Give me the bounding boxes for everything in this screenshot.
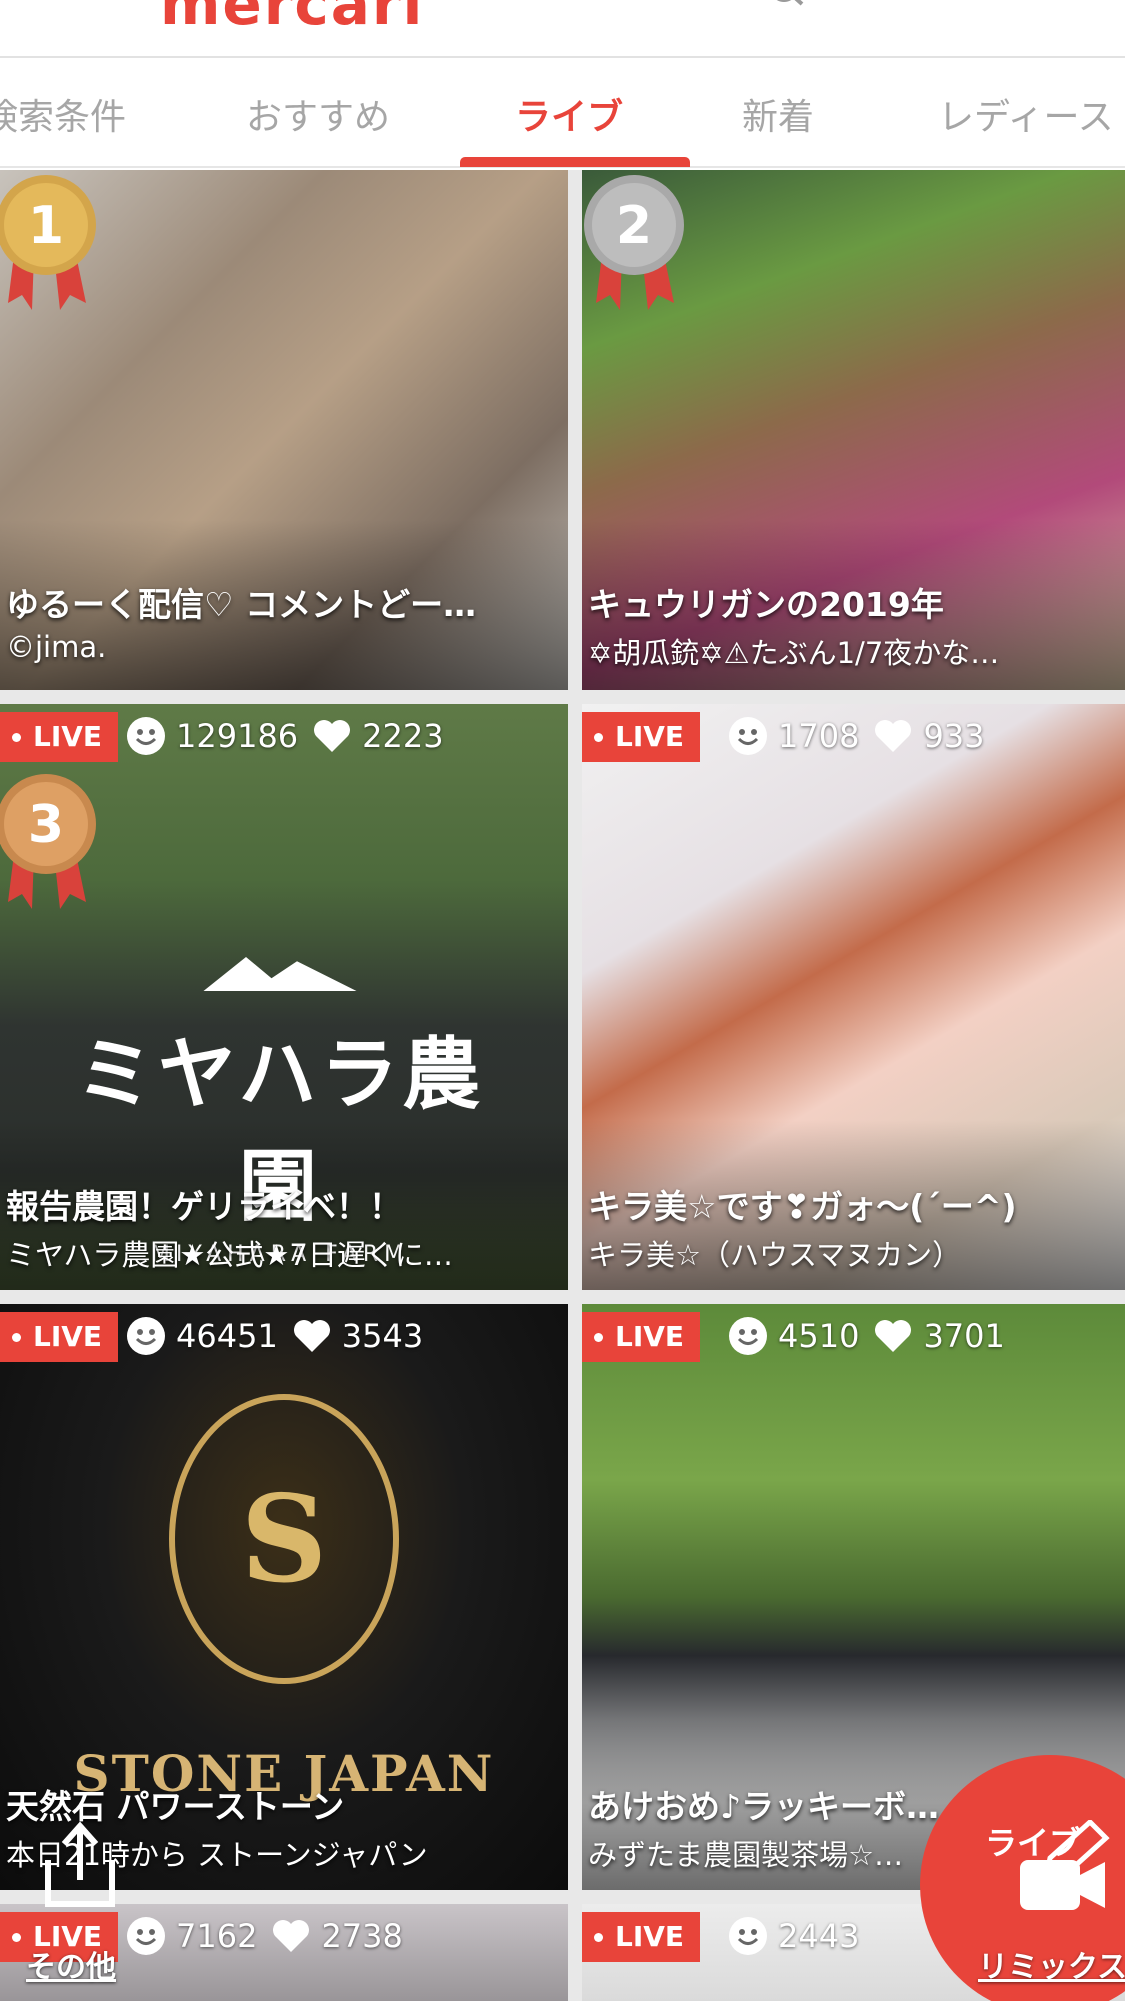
heart-icon [875,720,912,752]
live-card-4[interactable]: LIVE 1708 933 キラ美☆です❣ガォ〜(´ー^) キラ美☆（ハウスマヌ… [582,704,1125,1290]
other-link[interactable]: その他 [26,1942,116,1986]
card-title: キュウリガンの2019年 [588,585,944,624]
viewer-count: 129186 [176,717,299,755]
card-stats: 7162 2738 [126,1916,403,1956]
tab-search-conditions[interactable]: 検索条件 [0,88,126,140]
like-count: 933 [923,717,985,755]
camera-edit-icon [1020,1820,1110,1910]
app-header: mercari [0,0,1125,58]
heart-icon [273,1920,310,1952]
viewer-count: 2443 [778,1917,860,1955]
remix-link[interactable]: リミックス [978,1942,1125,1986]
rank-number: 1 [28,196,64,256]
live-card-5[interactable]: LIVE 46451 3543 S STONE JAPAN 天然石 パワーストー… [0,1304,568,1890]
search-icon[interactable] [770,0,810,12]
stone-logo-letter: S [240,1468,328,1610]
live-grid: 1 ゆるーく配信♡ コメントどー… ©jima. 2 キュウリガンの2019年 … [0,170,1125,2001]
viewer-count: 7162 [176,1917,258,1955]
rank-number: 2 [616,196,652,256]
tab-new[interactable]: 新着 [742,88,814,140]
viewer-count: 1708 [778,717,860,755]
card-stats: 46451 3543 [126,1316,423,1356]
app-logo[interactable]: mercari [160,0,424,38]
live-card-2[interactable]: 2 キュウリガンの2019年 ✡胡瓜銃✡⚠たぶん1/7夜かな… [582,170,1125,690]
tab-ladies[interactable]: レディース [938,88,1114,140]
heart-icon [875,1320,912,1352]
tab-recommended[interactable]: おすすめ [246,88,390,140]
tab-live[interactable]: ライブ [515,88,623,140]
card-stats: 2443 [728,1916,859,1956]
card-title: あけおめ♪ラッキーボ… [588,1787,940,1826]
card-subtitle: キラ美☆（ハウスマヌカン） [588,1238,962,1272]
card-subtitle: みずたま農園製茶場☆… [588,1838,904,1872]
tab-bar: 検索条件 おすすめ ライブ 新着 レディース [0,60,1125,168]
card-stats: 1708 933 [728,716,985,756]
like-count: 3701 [923,1317,1005,1355]
viewer-count: 46451 [176,1317,278,1355]
viewer-smile-icon [729,1917,767,1955]
active-tab-indicator [460,157,690,167]
viewer-count: 4510 [778,1317,860,1355]
live-card-1[interactable]: 1 ゆるーく配信♡ コメントどー… ©jima. [0,170,568,690]
like-count: 2223 [362,717,444,755]
like-count: 2738 [321,1917,403,1955]
stone-japan-logo: S STONE JAPAN [0,1394,568,1803]
heart-icon [314,720,351,752]
rank-number: 3 [28,795,64,855]
bell-icon[interactable] [895,0,935,12]
card-stats: 129186 2223 [126,716,444,756]
check-icon[interactable] [1040,0,1080,12]
rank-badge-gold: 1 [0,170,104,315]
live-badge: LIVE [582,1912,701,1962]
viewer-smile-icon [729,717,767,755]
heart-icon [293,1320,330,1352]
card-stats: 4510 3701 [728,1316,1005,1356]
live-badge: LIVE [0,712,119,762]
card-title: 報告農園！ゲリライベ！！ [6,1187,402,1226]
card-subtitle: ミヤハラ農園★公式★7日遅くに… [6,1238,453,1272]
mountain-logo-icon [203,957,357,991]
live-badge: LIVE [582,712,701,762]
viewer-smile-icon [127,1917,165,1955]
rank-badge-silver: 2 [582,170,692,315]
card-subtitle: ✡胡瓜銃✡⚠たぶん1/7夜かな… [588,636,1000,670]
viewer-smile-icon [127,1317,165,1355]
live-badge: LIVE [582,1312,701,1362]
rank-badge-bronze: 3 [0,764,104,914]
card-title: ゆるーく配信♡ コメントどー… [6,585,477,624]
live-card-3[interactable]: LIVE 129186 2223 3 ミヤハラ農園 MIYAHARA FARM … [0,704,568,1290]
card-title: キラ美☆です❣ガォ〜(´ー^) [588,1187,1017,1226]
card-subtitle: ©jima. [6,630,107,664]
viewer-smile-icon [729,1317,767,1355]
viewer-smile-icon [127,717,165,755]
menu-icon[interactable] [22,0,62,6]
live-badge: LIVE [0,1312,119,1362]
share-icon[interactable] [40,1820,120,1910]
like-count: 3543 [341,1317,424,1355]
